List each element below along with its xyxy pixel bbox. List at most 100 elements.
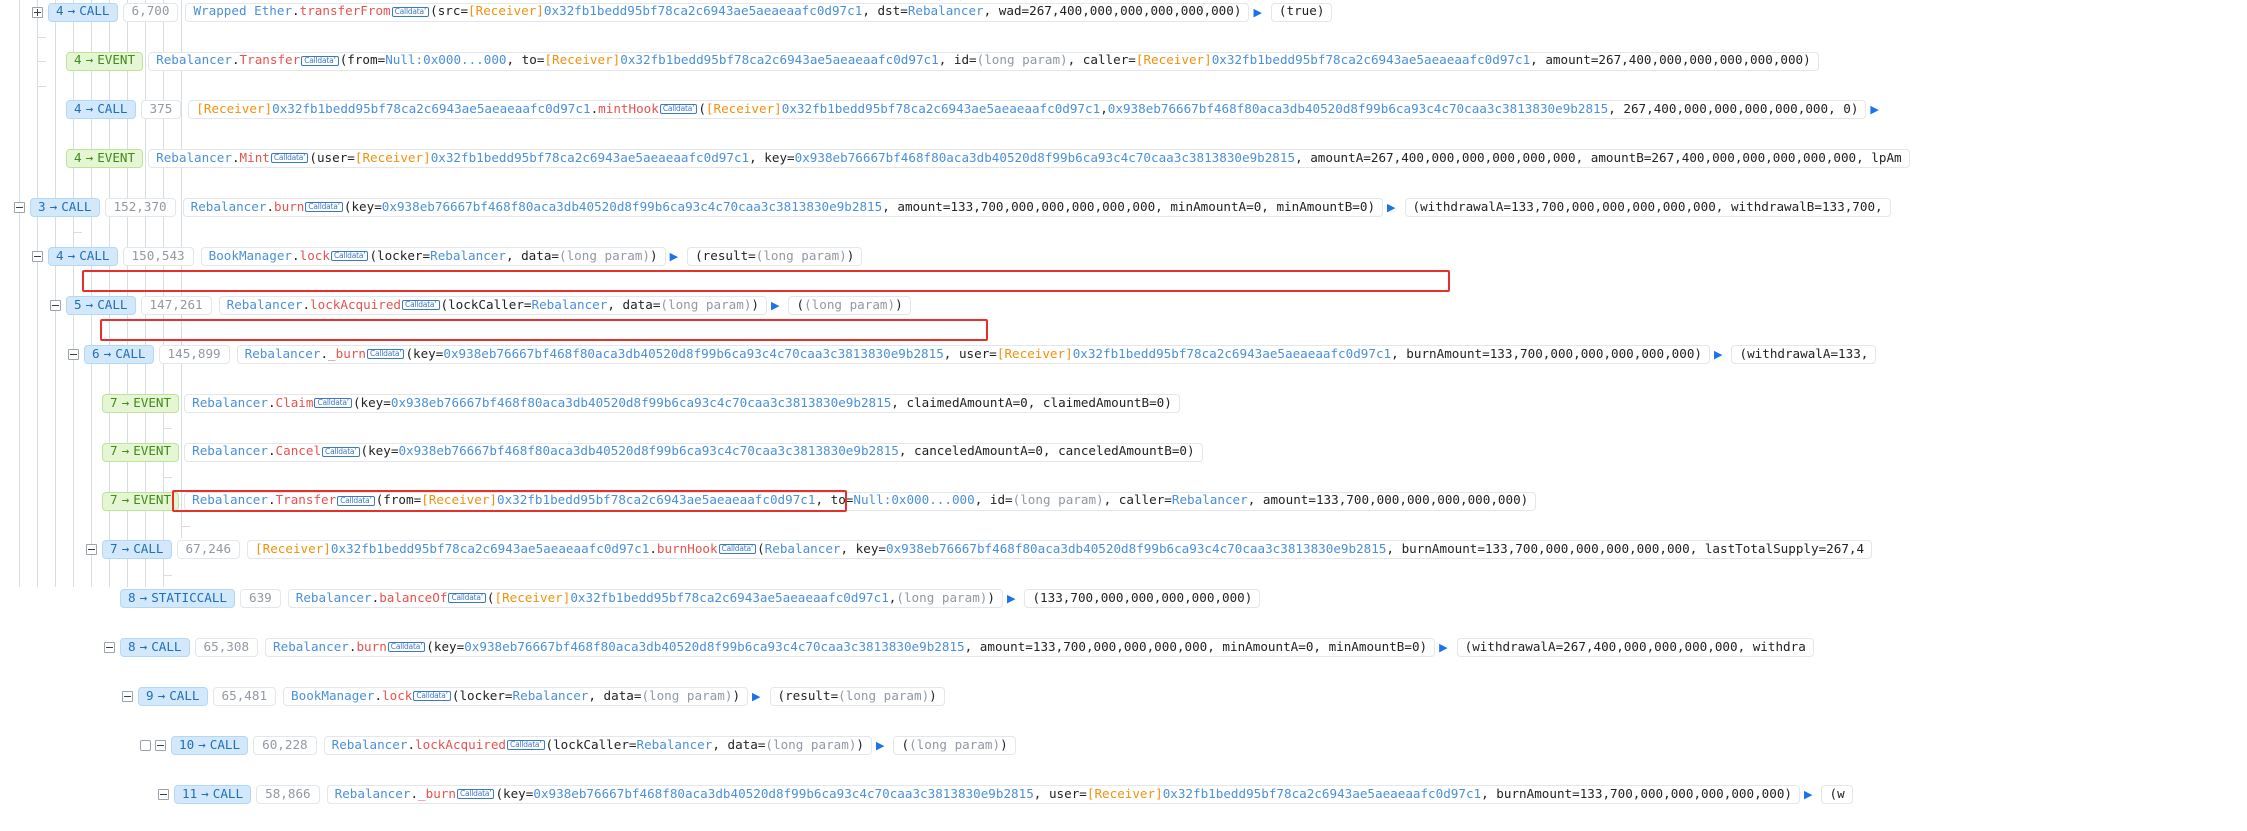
trace-return-value[interactable]: (133,700,000,000,000,000,000) — [1024, 589, 1261, 609]
trace-row[interactable]: 6→CALL145,899Rebalancer._burnCalldata(ke… — [0, 342, 2247, 366]
collapse-toggle-icon[interactable] — [14, 202, 25, 214]
trace-row[interactable]: 7→EVENTRebalancer.TransferCalldata(from=… — [0, 489, 2247, 513]
play-triangle-icon[interactable]: ▶ — [771, 300, 779, 311]
trace-return-value[interactable]: (true) — [1270, 2, 1333, 22]
trace-call-body[interactable]: Rebalancer._burnCalldata(key=0x938eb7666… — [326, 784, 1801, 804]
collapse-toggle-icon[interactable] — [122, 691, 133, 703]
collapse-toggle-icon[interactable] — [50, 300, 61, 312]
gas-cost: 147,261 — [140, 296, 212, 316]
expand-toggle-icon[interactable] — [32, 6, 43, 18]
play-triangle-icon[interactable]: ▶ — [1387, 202, 1395, 213]
trace-kind-chip[interactable]: 4 → EVENT — [66, 149, 144, 169]
trace-row[interactable]: 4 → CALL 375 [Receiver] 0x32fb1bedd95bf78ca2… — [0, 98, 2247, 122]
trace-kind-chip[interactable]: 4 → CALL — [48, 2, 118, 22]
trace-call-body[interactable]: [Receiver] 0x32fb1bedd95bf78ca2c6943ae5a… — [247, 540, 1873, 560]
trace-kind-chip[interactable]: 8 → STATICCALL — [120, 589, 236, 609]
row-checkbox[interactable] — [140, 740, 151, 752]
trace-depth-number: 7 — [110, 443, 118, 459]
gas-cost: 65,481 — [212, 687, 277, 707]
trace-kind-chip[interactable]: 4 → CALL — [66, 100, 136, 120]
play-triangle-icon[interactable]: ▶ — [1714, 349, 1722, 360]
trace-call-body[interactable]: Rebalancer.TransferCalldata(from=Null: 0… — [148, 51, 1819, 71]
trace-row[interactable]: 4→EVENTRebalancer.MintCalldata(user=[Rec… — [0, 147, 2247, 171]
trace-row[interactable]: 7 → CALL 67,246 [Receiver] 0x32fb1bedd95bf78… — [0, 538, 2247, 562]
trace-row[interactable]: 11→CALL58,866Rebalancer._burnCalldata(ke… — [0, 782, 2247, 806]
play-triangle-icon[interactable]: ▶ — [752, 691, 760, 702]
trace-kind-chip[interactable]: 8 → CALL — [120, 638, 190, 658]
trace-return-value[interactable]: (result= (long param)) — [687, 247, 863, 267]
collapse-toggle-icon[interactable] — [86, 544, 97, 556]
collapse-toggle-icon[interactable] — [32, 251, 43, 263]
trace-kind-chip[interactable]: 7 → EVENT — [102, 442, 180, 462]
trace-return-value[interactable]: (w — [1821, 784, 1853, 804]
trace-row[interactable]: 7→EVENTRebalancer.ClaimCalldata(key=0x93… — [0, 391, 2247, 415]
trace-kind-chip[interactable]: 11 → CALL — [174, 784, 252, 804]
trace-kind-chip[interactable]: 10 → CALL — [171, 736, 249, 756]
play-triangle-icon[interactable]: ▶ — [1007, 593, 1015, 604]
trace-kind-chip[interactable]: 4 → EVENT — [66, 51, 144, 71]
trace-call-body[interactable]: Rebalancer.CancelCalldata(key=0x938eb766… — [184, 442, 1203, 462]
trace-return-value[interactable]: (withdrawalA=133,700,000,000,000,000,000… — [1404, 198, 1891, 218]
trace-call-body[interactable]: Rebalancer.TransferCalldata(from=[Receiv… — [184, 491, 1537, 511]
calldata-badge-icon: Calldata — [659, 104, 698, 115]
trace-return-value[interactable]: ((long param)) — [788, 296, 911, 316]
trace-row[interactable]: 4 → CALL 6,700 Wrapped Ether. transferFrom Cal… — [0, 0, 2247, 24]
trace-call-body[interactable]: Rebalancer.burnCalldata(key=0x938eb76667… — [265, 638, 1436, 658]
trace-kind-chip[interactable]: 7 → EVENT — [102, 393, 180, 413]
trace-call-body[interactable]: Rebalancer.burnCalldata(key=0x938eb76667… — [182, 198, 1384, 218]
calldata-badge-icon: Calldata — [391, 6, 430, 17]
collapse-toggle-icon[interactable] — [68, 348, 79, 360]
trace-kind-label: STATICCALL — [151, 590, 228, 606]
trace-depth-number: 7 — [110, 541, 118, 557]
trace-call-body[interactable]: Rebalancer.ClaimCalldata(key=0x938eb7666… — [184, 393, 1180, 413]
trace-call-body[interactable]: Rebalancer.MintCalldata(user=[Receiver]0… — [148, 149, 1910, 169]
trace-row[interactable]: 8→CALL65,308Rebalancer.burnCalldata(key=… — [0, 636, 2247, 660]
trace-call-body[interactable]: Wrapped Ether.transferFromCalldata(src=[… — [185, 2, 1250, 22]
trace-kind-chip[interactable]: 5 → CALL — [66, 296, 136, 316]
trace-kind-label: CALL — [79, 3, 110, 19]
trace-kind-chip[interactable]: 9 → CALL — [138, 687, 208, 707]
play-triangle-icon[interactable]: ▶ — [876, 740, 884, 751]
collapse-toggle-icon[interactable] — [104, 642, 115, 654]
trace-depth-number: 4 — [74, 101, 82, 117]
play-triangle-icon[interactable]: ▶ — [1804, 789, 1812, 800]
trace-kind-chip[interactable]: 4 → CALL — [48, 247, 118, 267]
trace-call-body[interactable]: Rebalancer._burnCalldata(key=0x938eb7666… — [236, 344, 1711, 364]
trace-return-value[interactable]: ((long param)) — [893, 736, 1016, 756]
trace-call-body[interactable]: BookManager.lockCalldata(locker=Rebalanc… — [283, 687, 749, 707]
play-triangle-icon[interactable]: ▶ — [1253, 7, 1261, 18]
collapse-toggle-icon[interactable] — [155, 740, 166, 752]
trace-kind-chip[interactable]: 7 → EVENT — [102, 491, 180, 511]
play-triangle-icon[interactable]: ▶ — [1439, 642, 1447, 653]
arrow-right-icon: → — [67, 247, 76, 263]
trace-call-body[interactable]: Rebalancer.balanceOfCalldata([Receiver]0… — [287, 589, 1003, 609]
gas-cost: 639 — [240, 589, 281, 609]
play-triangle-icon[interactable]: ▶ — [670, 251, 678, 262]
trace-return-value[interactable]: (result= (long param)) — [769, 687, 945, 707]
arrow-right-icon: → — [49, 198, 58, 214]
collapse-toggle-icon[interactable] — [158, 788, 169, 800]
trace-row[interactable]: 5 → CALL 147,261 Rebalancer. lockAcquired Call… — [0, 293, 2247, 317]
trace-call-body[interactable]: [Receiver] 0x32fb1bedd95bf78ca2c6943ae5a… — [188, 100, 1867, 120]
trace-row[interactable]: 4→CALL150,543BookManager.lockCalldata(lo… — [0, 244, 2247, 268]
arrow-right-icon: → — [157, 687, 166, 703]
trace-row[interactable]: 3→CALL152,370Rebalancer.burnCalldata(key… — [0, 196, 2247, 220]
trace-kind-label: CALL — [79, 247, 110, 263]
trace-call-body[interactable]: Rebalancer.lockAcquiredCalldata(lockCall… — [218, 296, 768, 316]
trace-row[interactable]: 4→EVENTRebalancer.TransferCalldata(from=… — [0, 49, 2247, 73]
trace-row[interactable]: 7→EVENTRebalancer.CancelCalldata(key=0x9… — [0, 440, 2247, 464]
play-triangle-icon[interactable]: ▶ — [1870, 104, 1878, 115]
trace-row[interactable]: 8 → STATICCALL 639 Rebalancer. balanceOf Calld… — [0, 587, 2247, 611]
trace-return-value[interactable]: (withdrawalA=267,400,000,000,000,000, wi… — [1456, 638, 1814, 658]
trace-return-value[interactable]: (withdrawalA=133, — [1731, 344, 1877, 364]
trace-kind-label: EVENT — [97, 150, 136, 166]
trace-call-body[interactable]: BookManager.lockCalldata(locker=Rebalanc… — [200, 247, 666, 267]
trace-kind-chip[interactable]: 7 → CALL — [102, 540, 172, 560]
calldata-badge-icon: Calldata — [366, 348, 405, 359]
arrow-right-icon: → — [121, 394, 130, 410]
trace-row[interactable]: 10 → CALL 60,228 Rebalancer. lockAcquired Call… — [0, 733, 2247, 757]
trace-call-body[interactable]: Rebalancer.lockAcquiredCalldata(lockCall… — [323, 736, 873, 756]
trace-kind-chip[interactable]: 3 → CALL — [30, 198, 100, 218]
trace-kind-chip[interactable]: 6 → CALL — [84, 344, 154, 364]
trace-row[interactable]: 9→CALL65,481 BookManager.lockCalldata(loc… — [0, 684, 2247, 708]
